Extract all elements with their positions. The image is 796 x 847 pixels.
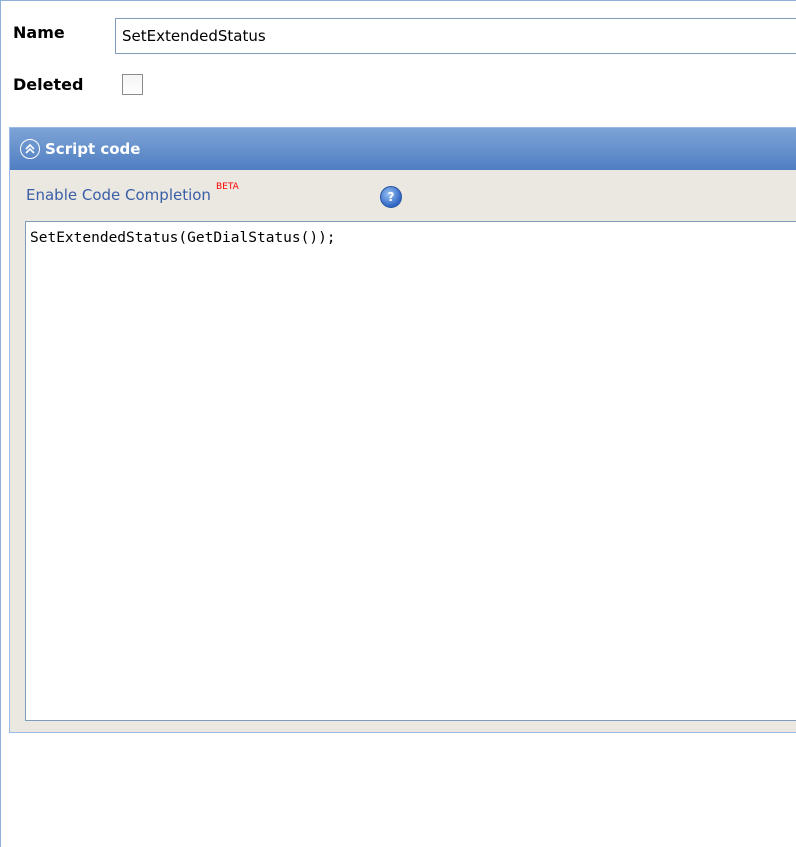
panel-header[interactable]: Script code — [10, 128, 796, 170]
deleted-row: Deleted — [13, 75, 83, 94]
double-chevron-up-glyph — [25, 143, 35, 154]
script-code-editor[interactable]: SetExtendedStatus(GetDialStatus()); — [25, 221, 796, 721]
double-chevron-up-icon[interactable] — [20, 139, 40, 159]
help-question-icon[interactable]: ? — [380, 186, 402, 208]
panel-title: Script code — [45, 140, 141, 158]
code-completion-row: Enable Code Completion BETA — [26, 182, 239, 204]
script-code-panel: Script code Enable Code Completion BETA … — [9, 127, 796, 733]
name-row: Name — [13, 23, 65, 42]
beta-badge: BETA — [215, 182, 239, 192]
enable-code-completion-link[interactable]: Enable Code Completion — [26, 186, 211, 204]
deleted-checkbox[interactable] — [122, 74, 143, 95]
deleted-label: Deleted — [13, 75, 84, 94]
name-label: Name — [13, 23, 65, 42]
name-input[interactable] — [115, 18, 796, 54]
script-editor-form: Name Deleted Script code Enable Code Com… — [0, 0, 796, 847]
